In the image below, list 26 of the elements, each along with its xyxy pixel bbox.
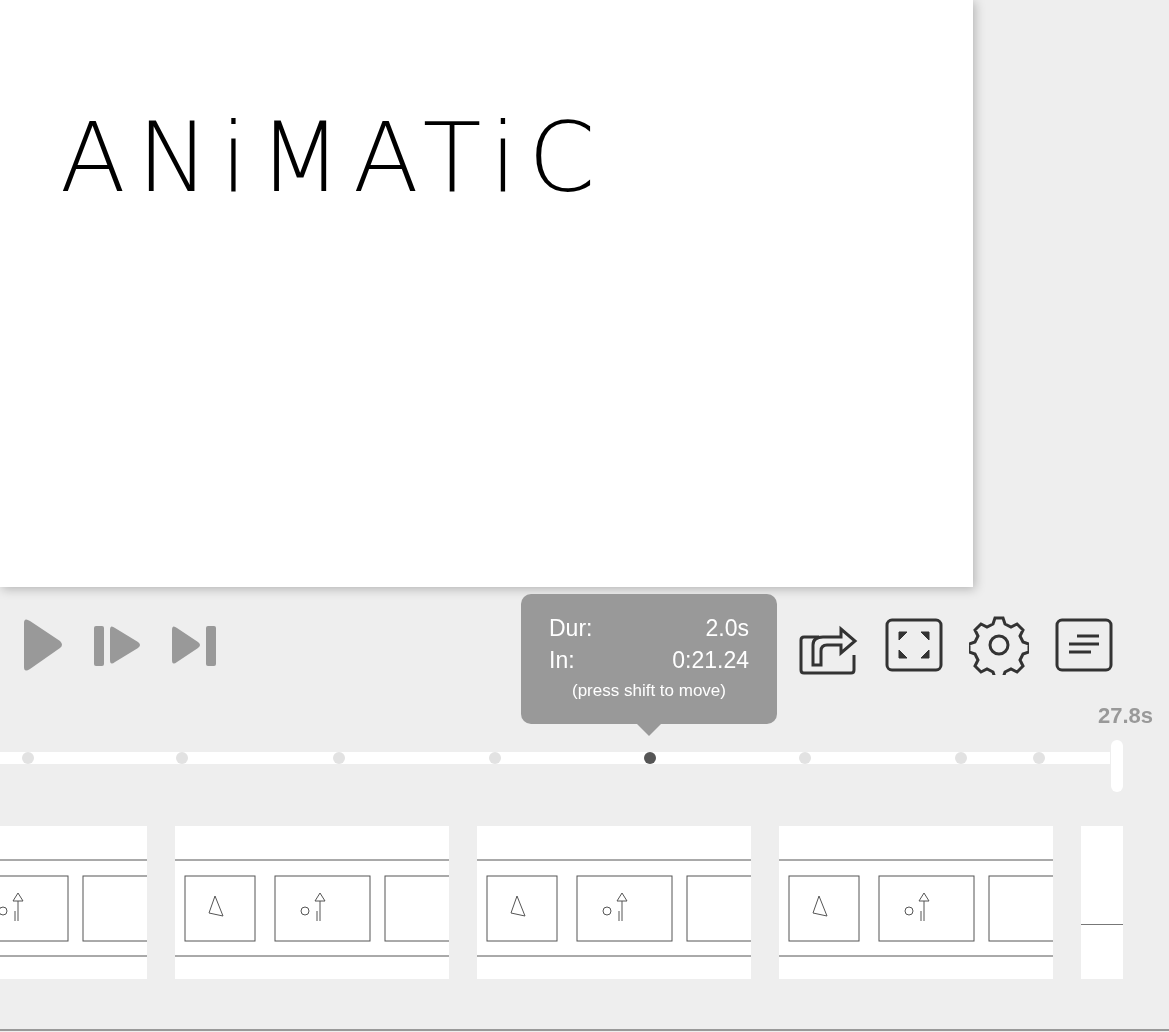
timeline-marker[interactable]	[955, 752, 967, 764]
notes-icon[interactable]	[1055, 618, 1113, 672]
tooltip-hint: (press shift to move)	[572, 681, 726, 700]
storyboard-thumbnail[interactable]	[175, 826, 449, 979]
timeline-marker[interactable]	[489, 752, 501, 764]
timeline-marker[interactable]	[644, 752, 656, 764]
settings-icon[interactable]	[969, 615, 1029, 675]
timeline-track[interactable]	[0, 752, 1110, 764]
timeline-marker[interactable]	[22, 752, 34, 764]
timeline-marker[interactable]	[176, 752, 188, 764]
tooltip-value: 2.0s	[705, 614, 749, 643]
storyboard-thumbnail[interactable]	[779, 826, 1053, 979]
tooltip-label: Dur:	[549, 614, 593, 643]
timeline-marker[interactable]	[333, 752, 345, 764]
drawing-canvas[interactable]: ANiMATiC	[0, 0, 973, 587]
fullscreen-icon[interactable]	[885, 618, 943, 672]
tooltip-label: In:	[549, 646, 575, 675]
timeline-marker[interactable]	[799, 752, 811, 764]
total-duration: 27.8s	[1097, 702, 1153, 730]
canvas-lettering: ANiMATiC	[60, 102, 607, 214]
storyboard-thumbnail[interactable]	[477, 826, 751, 979]
skip-to-end-icon[interactable]	[172, 624, 218, 666]
step-forward-icon[interactable]	[94, 624, 142, 666]
storyboard-thumbnail[interactable]	[1081, 826, 1123, 979]
tooltip-value: 0:21.24	[672, 646, 749, 675]
timeline-marker[interactable]	[1033, 752, 1045, 764]
